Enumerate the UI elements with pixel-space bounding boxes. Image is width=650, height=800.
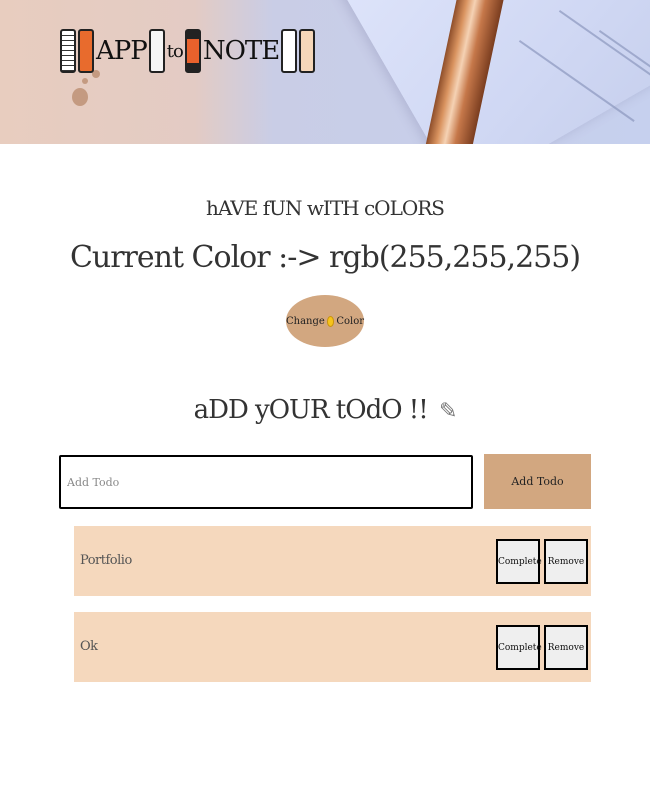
change-color-button[interactable]: Change Color	[286, 295, 364, 347]
change-button-label-left: Change	[286, 315, 325, 327]
pencil-icon: ✎	[438, 399, 457, 424]
logo-tile-icon	[78, 29, 94, 73]
color-section-subtitle: hAVE fUN wITH cOLORS	[205, 196, 445, 220]
change-button-label-right: Color	[336, 315, 364, 327]
logo-tile-icon	[60, 29, 76, 73]
logo-word-app: APP	[96, 36, 148, 66]
logo-tile-icon	[184, 29, 201, 73]
logo-word-to: to	[166, 40, 184, 62]
remove-button[interactable]: Remove	[544, 539, 588, 584]
header-banner: APP to NOTE	[0, 0, 650, 144]
banner-stain-decoration	[72, 88, 88, 106]
remove-button[interactable]: Remove	[544, 625, 588, 670]
add-todo-input[interactable]	[59, 455, 473, 509]
complete-button[interactable]: Complete	[496, 539, 542, 584]
logo-word-note: NOTE	[202, 36, 280, 66]
todo-item-text: Portfolio	[80, 553, 132, 568]
logo-tile-icon	[281, 29, 298, 73]
todo-item: Ok Complete Remove	[74, 612, 591, 682]
todo-heading-text: aDD yOUR tOdO !!	[193, 395, 429, 425]
todo-item-text: Ok	[80, 639, 98, 654]
logo-tile-icon	[148, 29, 165, 73]
logo-tile-icon	[299, 29, 316, 73]
add-todo-button[interactable]: Add Todo	[484, 454, 591, 509]
current-color-display: Current Color :-> rgb(255,255,255)	[69, 240, 581, 275]
app-logo: APP to NOTE	[60, 22, 316, 80]
todo-heading: aDD yOUR tOdO !! ✎	[0, 395, 650, 425]
todo-item: Portfolio Complete Remove	[74, 526, 591, 596]
complete-button[interactable]: Complete	[496, 625, 542, 670]
smiley-icon	[326, 315, 335, 327]
